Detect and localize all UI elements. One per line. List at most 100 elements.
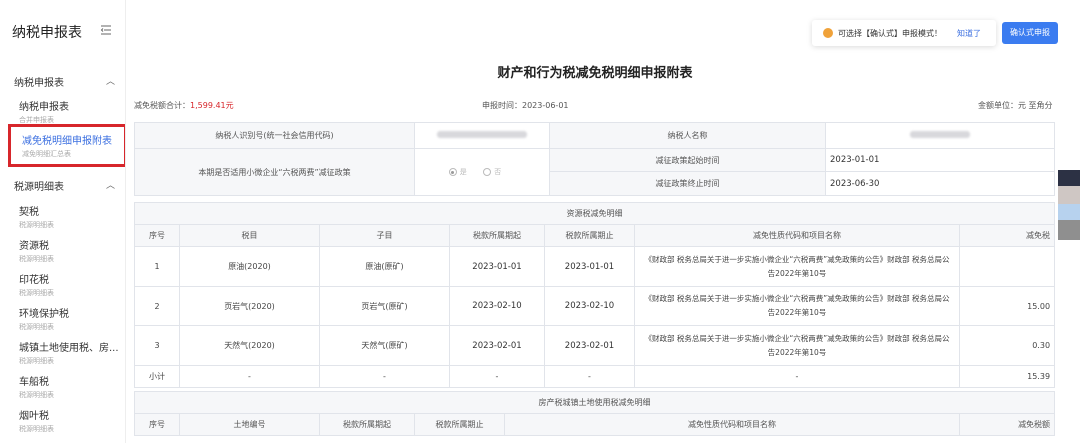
col-header: 税款所属期止 xyxy=(544,224,635,247)
subtotal-dash: - xyxy=(449,365,545,388)
sidebar-item-sub: 税源明细表 xyxy=(19,289,54,297)
sidebar-item-sub: 税源明细表 xyxy=(19,425,54,433)
col-header: 减免性质代码和项目名称 xyxy=(634,224,960,247)
row-note: 《财政部 税务总局关于进一步实施小微企业“六税两费”减免政策的公告》财政部 税务… xyxy=(634,325,960,366)
row-sub: 天然气(原矿) xyxy=(319,325,450,366)
row-amount: 15.00 xyxy=(958,286,1056,326)
taxpayer-id-label: 纳税人识别号(统一社会信用代码) xyxy=(134,122,415,149)
col-header: 减免性质代码和项目名称 xyxy=(504,413,960,436)
sidebar-item-return[interactable]: 纳税申报表 合并申报表 xyxy=(19,98,119,125)
row-item: 原油(2020) xyxy=(179,246,320,287)
sidebar-item-sub: 税源明细表 xyxy=(19,323,54,331)
taxpayer-info-table: 纳税人识别号(统一社会信用代码) 纳税人名称 本期是否适用小微企业“六税两费”减… xyxy=(134,122,1055,196)
declare-date: 申报时间：2023-06-01 xyxy=(482,100,569,111)
resource-section-title: 资源税减免明细 xyxy=(133,202,1056,225)
sidebar-item-land-tax[interactable]: 城镇土地使用税、房... 税源明细表 xyxy=(19,339,119,366)
declare-date-value: 2023-06-01 xyxy=(522,101,569,110)
info-icon xyxy=(823,28,833,38)
sidebar-item-label: 烟叶税 xyxy=(19,411,49,422)
sidebar-item-env-tax[interactable]: 环境保护税 税源明细表 xyxy=(19,305,119,332)
row-note: 《财政部 税务总局关于进一步实施小微企业“六税两费”减免政策的公告》财政部 税务… xyxy=(634,246,960,287)
row-no: 3 xyxy=(134,325,180,366)
property-section-title: 房产税城镇土地使用税减免明细 xyxy=(133,391,1056,414)
sidebar-item-tobacco-tax[interactable]: 烟叶税 税源明细表 xyxy=(19,407,119,434)
policy-end-value: 2023-06-30 xyxy=(825,171,1055,196)
redacted-value xyxy=(910,131,970,138)
notice-dismiss-link[interactable]: 知道了 xyxy=(957,28,981,39)
col-header: 税款所属期起 xyxy=(319,413,415,436)
sidebar-item-deed-tax[interactable]: 契税 税源明细表 xyxy=(19,203,119,230)
sidebar-item-label: 契税 xyxy=(19,207,39,218)
sidebar-item-label: 资源税 xyxy=(19,241,49,252)
row-amount xyxy=(958,246,1056,287)
relief-total-value: 1,599.41元 xyxy=(190,101,234,110)
property-tax-table: 房产税城镇土地使用税减免明细 序号 土地编号 税款所属期起 税款所属期止 减免性… xyxy=(133,391,1056,436)
subtotal-amount: 15.39 xyxy=(958,365,1056,388)
taxpayer-id-value xyxy=(414,122,550,149)
col-header: 税款所属期起 xyxy=(449,224,545,247)
sidebar-item-sub: 税源明细表 xyxy=(19,255,54,263)
relief-total-label: 减免税额合计： xyxy=(134,101,190,110)
policy-end-label: 减征政策终止时间 xyxy=(549,171,826,196)
relief-total: 减免税额合计：1,599.41元 xyxy=(134,100,234,111)
col-header: 序号 xyxy=(134,413,180,436)
page-title: 财产和行为税减免税明细申报附表 xyxy=(497,66,693,81)
table-row: 1 原油(2020) 原油(原矿) 2023-01-01 2023-01-01 … xyxy=(134,246,1056,287)
chevron-up-icon[interactable]: ︿ xyxy=(106,178,115,191)
col-header: 子目 xyxy=(319,224,450,247)
col-header: 税款所属期止 xyxy=(414,413,505,436)
row-no: 1 xyxy=(134,246,180,287)
sidebar-item-sub: 税源明细表 xyxy=(19,221,54,229)
edge-artifact xyxy=(1058,170,1080,186)
table-row: 2 页岩气(2020) 页岩气(原矿) 2023-02-10 2023-02-1… xyxy=(134,286,1056,326)
col-header: 税目 xyxy=(179,224,320,247)
confirm-mode-button[interactable]: 确认式申报 xyxy=(1002,22,1058,44)
menu-collapse-icon[interactable] xyxy=(100,24,112,36)
taxpayer-name-value xyxy=(825,122,1055,149)
row-start: 2023-01-01 xyxy=(449,246,545,287)
subtotal-dash: - xyxy=(634,365,960,388)
table-row: 3 天然气(2020) 天然气(原矿) 2023-02-01 2023-02-0… xyxy=(134,325,1056,366)
highlight-box xyxy=(8,124,125,167)
taxpayer-name-label: 纳税人名称 xyxy=(549,122,826,149)
sidebar-item-label: 城镇土地使用税、房... xyxy=(19,343,119,354)
radio-yes[interactable] xyxy=(448,168,457,176)
row-sub: 页岩气(原矿) xyxy=(319,286,450,326)
subtotal-label: 小计 xyxy=(134,365,180,388)
radio-no[interactable] xyxy=(483,168,492,176)
notice-message: 可选择【确认式】申报模式！ xyxy=(838,29,942,38)
row-note: 《财政部 税务总局关于进一步实施小微企业“六税两费”减免政策的公告》财政部 税务… xyxy=(634,286,960,326)
row-amount: 0.30 xyxy=(958,325,1056,366)
subtotal-row: 小计 - - - - - 15.39 xyxy=(134,365,1056,388)
sidebar-item-vehicle-tax[interactable]: 车船税 税源明细表 xyxy=(19,373,119,400)
row-item: 页岩气(2020) xyxy=(179,286,320,326)
sidebar-item-label: 印花税 xyxy=(19,275,49,286)
sidebar-group-sources[interactable]: 税源明细表 xyxy=(14,178,64,193)
resource-header-row: 序号 税目 子目 税款所属期起 税款所属期止 减免性质代码和项目名称 减免税 xyxy=(134,224,1056,247)
radio-yes-label: 是 xyxy=(459,168,467,176)
edge-artifact xyxy=(1058,204,1080,220)
policy-radio-group: 是 否 xyxy=(414,148,550,196)
radio-no-label: 否 xyxy=(494,168,502,176)
property-header-row: 序号 土地编号 税款所属期起 税款所属期止 减免性质代码和项目名称 减免税额 xyxy=(134,413,1056,436)
col-header: 减免税额 xyxy=(958,413,1056,436)
row-end: 2023-01-01 xyxy=(544,246,635,287)
declare-date-label: 申报时间： xyxy=(482,101,522,110)
resource-tax-table: 资源税减免明细 序号 税目 子目 税款所属期起 税款所属期止 减免性质代码和项目… xyxy=(133,202,1056,388)
row-start: 2023-02-01 xyxy=(449,325,545,366)
row-end: 2023-02-10 xyxy=(544,286,635,326)
mode-notice: 可选择【确认式】申报模式！ 知道了 xyxy=(812,20,996,46)
sidebar-item-sub: 税源明细表 xyxy=(19,391,54,399)
sidebar-title: 纳税申报表 xyxy=(12,25,82,41)
edge-artifact xyxy=(1058,186,1080,204)
sidebar-item-resource-tax[interactable]: 资源税 税源明细表 xyxy=(19,237,119,264)
row-sub: 原油(原矿) xyxy=(319,246,450,287)
sidebar-item-stamp-tax[interactable]: 印花税 税源明细表 xyxy=(19,271,119,298)
policy-start-value: 2023-01-01 xyxy=(825,148,1055,172)
sidebar-item-sub: 税源明细表 xyxy=(19,357,54,365)
policy-question: 本期是否适用小微企业“六税两费”减征政策 xyxy=(134,148,415,196)
sidebar-item-label: 纳税申报表 xyxy=(19,102,69,113)
redacted-value xyxy=(437,131,527,138)
sidebar-item-label: 车船税 xyxy=(19,377,49,388)
col-header: 序号 xyxy=(134,224,180,247)
